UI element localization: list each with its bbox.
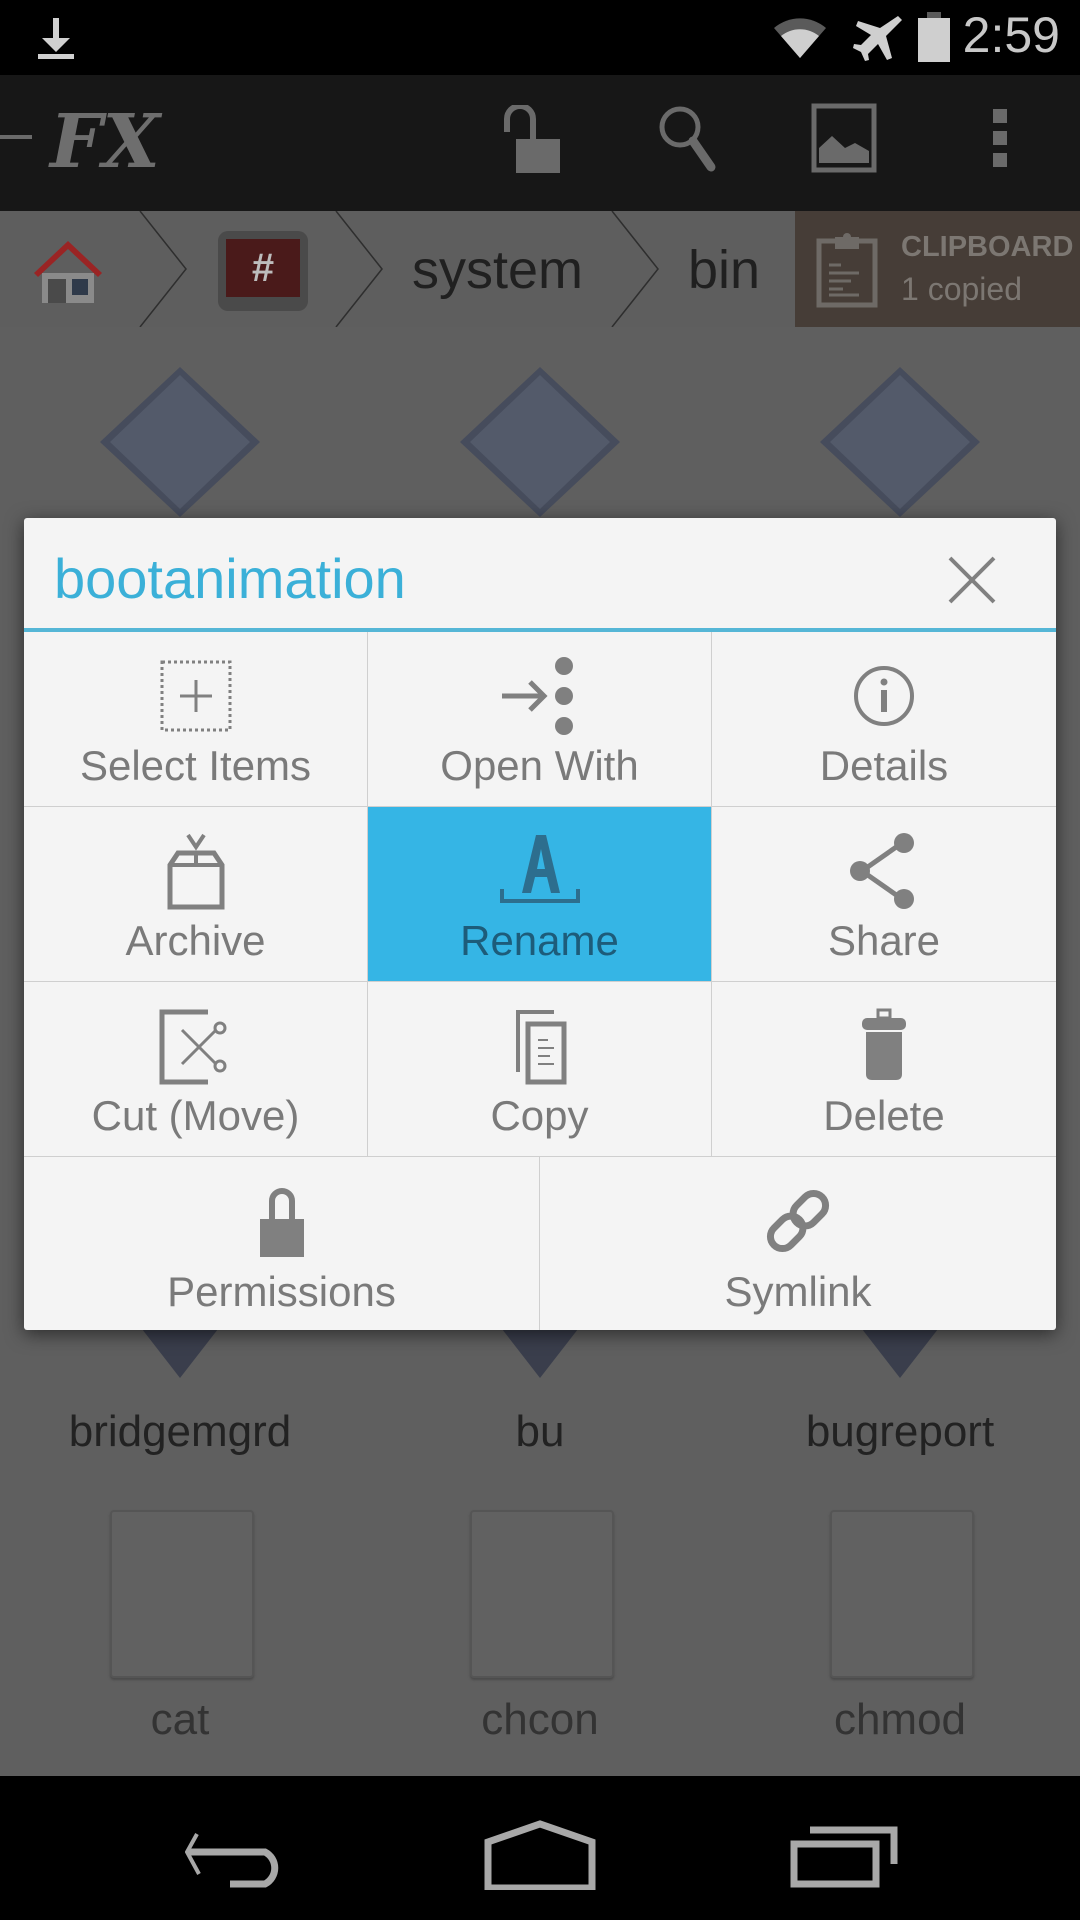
action-label: Symlink: [724, 1268, 872, 1315]
clipboard-status: 1 copied: [901, 271, 1022, 307]
rename-icon: [499, 835, 580, 903]
toolbar: FX: [0, 75, 1080, 211]
action-archive[interactable]: Archive: [24, 807, 368, 982]
action-label: Permissions: [167, 1268, 396, 1315]
action-share[interactable]: Share: [712, 807, 1056, 982]
file-name[interactable]: chcon: [360, 1695, 720, 1745]
recents-button[interactable]: [790, 1824, 900, 1888]
root-icon-glyph: #: [226, 239, 300, 297]
breadcrumb-root[interactable]: #: [200, 211, 350, 327]
file-document-icon[interactable]: [830, 1510, 974, 1678]
home-button[interactable]: [484, 1820, 596, 1890]
file-document-icon[interactable]: [110, 1510, 254, 1678]
action-symlink[interactable]: Symlink: [540, 1157, 1056, 1330]
action-label: Details: [819, 742, 949, 789]
action-label: Delete: [823, 1092, 945, 1139]
action-delete[interactable]: Delete: [712, 982, 1056, 1157]
action-label: Archive: [125, 917, 266, 964]
close-icon[interactable]: [944, 552, 1000, 608]
action-label: Rename: [460, 917, 619, 964]
home-icon: [34, 241, 102, 303]
file-name[interactable]: bugreport: [720, 1407, 1080, 1457]
executable-icon: [820, 367, 980, 517]
clipboard-title: CLIPBOARD: [901, 231, 1074, 263]
action-details[interactable]: Details: [712, 632, 1056, 807]
file-name[interactable]: cat: [0, 1695, 360, 1745]
action-permissions[interactable]: Permissions: [24, 1157, 540, 1330]
download-icon: [38, 18, 74, 59]
select-items-icon: [160, 660, 231, 732]
action-select-items[interactable]: Select Items: [24, 632, 368, 807]
executable-icon: [460, 367, 620, 517]
drawer-indicator[interactable]: [0, 135, 32, 139]
action-rename[interactable]: Rename: [368, 807, 712, 982]
image-icon[interactable]: [810, 103, 880, 173]
action-label: Cut (Move): [91, 1092, 300, 1139]
copy-icon: [515, 1010, 566, 1085]
app-logo[interactable]: FX: [50, 99, 160, 185]
breadcrumb-system[interactable]: system: [412, 239, 583, 301]
file-name[interactable]: bridgemgrd: [0, 1407, 360, 1457]
breadcrumb-bin[interactable]: bin: [688, 239, 760, 301]
clipboard-button[interactable]: CLIPBOARD 1 copied: [795, 211, 1080, 327]
root-icon: #: [218, 231, 308, 311]
airplane-mode-icon: [853, 16, 902, 61]
file-document-icon[interactable]: [470, 1510, 614, 1678]
unlock-icon[interactable]: [500, 105, 570, 175]
action-label: Copy: [490, 1092, 589, 1139]
status-bar: 2:59: [0, 0, 1080, 75]
navigation-bar: [0, 1776, 1080, 1920]
lock-icon: [259, 1188, 304, 1257]
battery-icon: [918, 12, 950, 62]
file-actions-dialog: bootanimation Select Items Open With Det…: [24, 518, 1056, 1330]
cut-icon: [159, 1009, 226, 1085]
open-with-icon: [501, 657, 573, 735]
action-label: Select Items: [79, 742, 312, 789]
action-label: Open With: [440, 742, 639, 789]
file-name[interactable]: chmod: [720, 1695, 1080, 1745]
clock: 2:59: [962, 7, 1060, 63]
search-icon[interactable]: [655, 105, 725, 175]
dialog-title: bootanimation: [54, 547, 406, 610]
clipboard-icon: [816, 233, 878, 308]
action-label: Share: [827, 917, 941, 964]
link-icon: [766, 1189, 830, 1253]
file-name[interactable]: bu: [360, 1407, 720, 1457]
archive-icon: [167, 833, 224, 910]
back-button[interactable]: [185, 1824, 295, 1888]
action-cut-move[interactable]: Cut (Move): [24, 982, 368, 1157]
action-copy[interactable]: Copy: [368, 982, 712, 1157]
executable-icon: [100, 367, 260, 517]
action-open-with[interactable]: Open With: [368, 632, 712, 807]
overflow-menu-icon[interactable]: [990, 109, 1016, 173]
trash-icon: [862, 1008, 906, 1080]
wifi-icon: [774, 18, 826, 58]
breadcrumb: # system bin CLIPBOARD 1 copied: [0, 211, 1080, 327]
info-icon: [854, 666, 914, 726]
share-icon: [850, 833, 914, 909]
breadcrumb-home[interactable]: [0, 211, 160, 327]
